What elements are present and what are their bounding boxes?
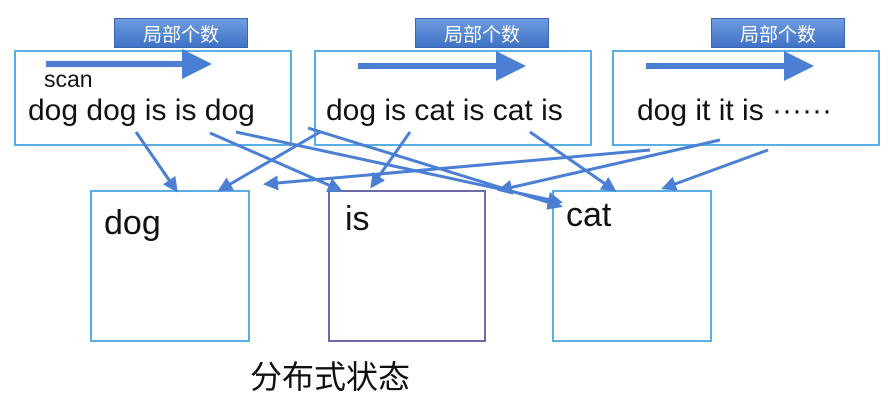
route-arrow-p1-dog (134, 131, 178, 193)
route-arrow-p3-cat (661, 148, 769, 191)
route-arrow-p2-cat (307, 126, 563, 210)
arrow-layer (46, 49, 814, 210)
route-arrow-p3-is (497, 138, 721, 195)
